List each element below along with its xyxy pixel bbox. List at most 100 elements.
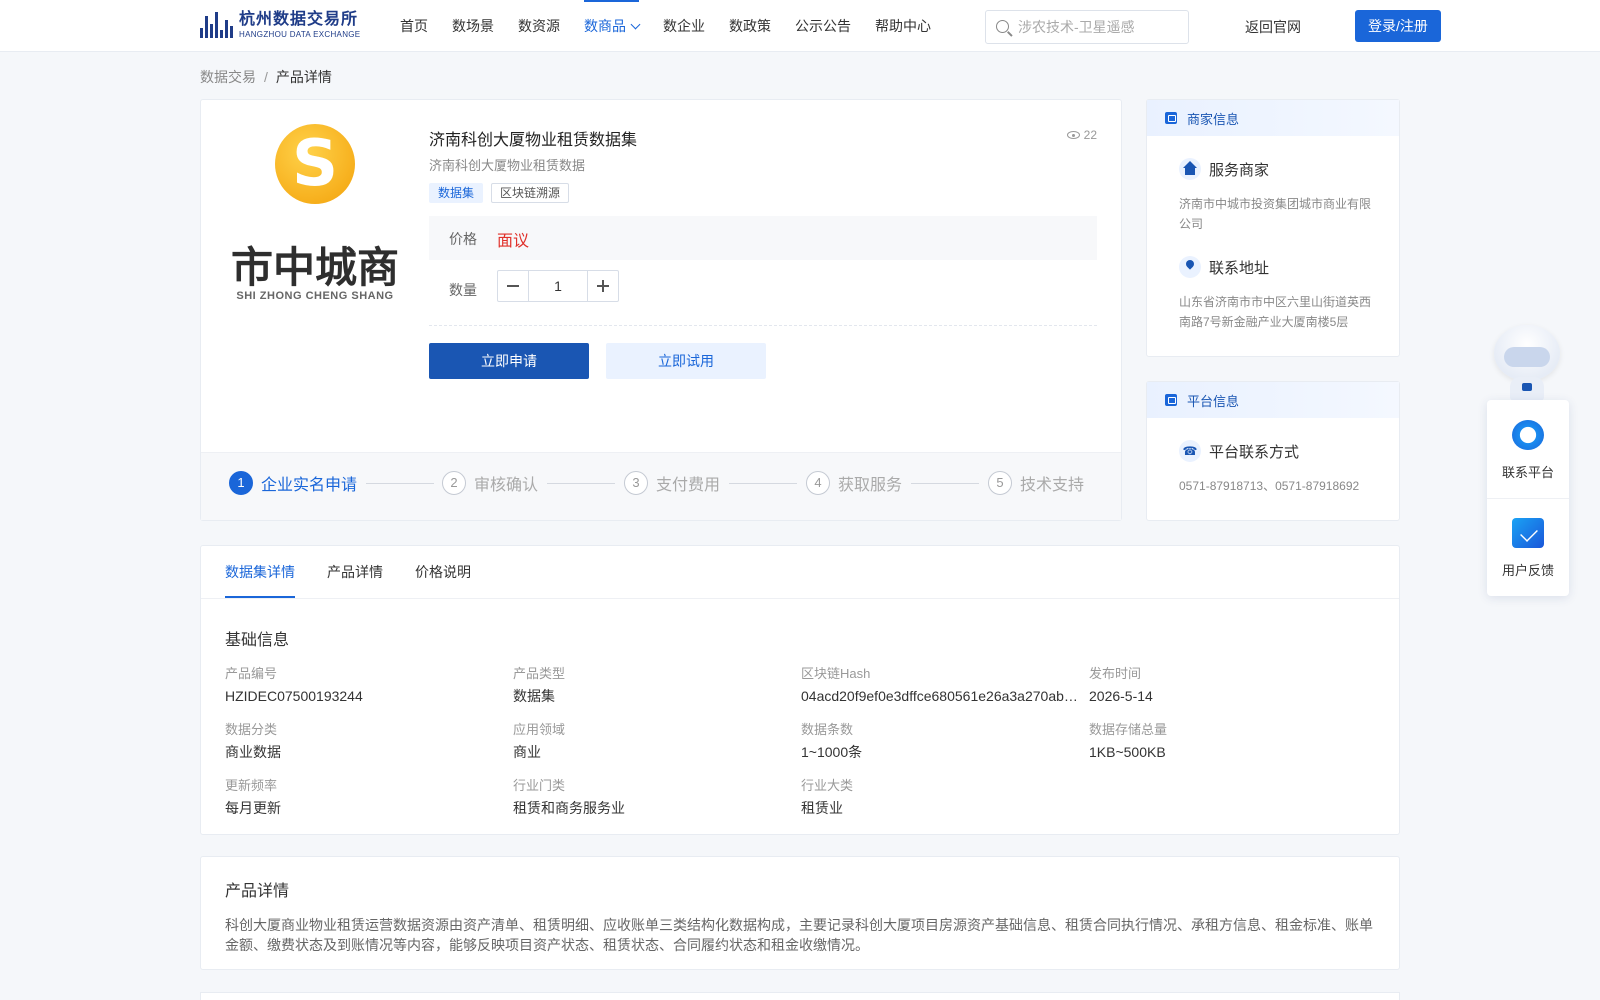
field-value: 数据集 (513, 688, 555, 704)
field-label: 区块链Hash (801, 666, 871, 681)
nav-products-label: 数商品 (584, 18, 626, 34)
field-value: 1KB~500KB (1089, 744, 1166, 760)
merchant-logo: 市中城商 SHI ZHONG CHENG SHANG (225, 122, 405, 307)
nav-scenes[interactable]: 数场景 (452, 0, 494, 52)
field-label: 数据存储总量 (1089, 722, 1168, 737)
field-value: 商业 (513, 744, 541, 760)
field-application-domain: 应用领域 商业 (513, 722, 793, 760)
view-count-value: 22 (1083, 128, 1097, 142)
nav-policies[interactable]: 数政策 (729, 0, 771, 52)
field-label: 产品类型 (513, 666, 566, 681)
tab-dataset-details[interactable]: 数据集详情 (225, 546, 295, 598)
product-detail-title: 产品详情 (225, 883, 290, 900)
field-value: 租赁和商务服务业 (513, 800, 625, 816)
user-feedback-button[interactable]: 用户反馈 (1487, 498, 1569, 596)
field-product-id: 产品编号 HZIDEC07500193244 (225, 666, 505, 704)
field-blockchain-hash: 区块链Hash 04acd20f9ef0e3dffce680561e26a3a27… (801, 666, 1081, 704)
detail-tabs: 数据集详情 产品详情 价格说明 (225, 546, 503, 598)
field-value: HZIDEC07500193244 (225, 688, 363, 704)
step-connector (911, 483, 979, 484)
apply-now-button[interactable]: 立即申请 (429, 343, 589, 379)
field-label: 数据分类 (225, 722, 278, 737)
site-logo[interactable]: 杭州数据交易所 HANGZHOU DATA EXCHANGE (200, 9, 360, 41)
breadcrumb-separator: / (264, 69, 268, 85)
service-merchant-name: 济南市中城市投资集团城市商业有限公司 (1179, 197, 1372, 231)
eye-icon (1066, 131, 1080, 139)
logo-s-icon (275, 124, 355, 204)
login-register-button[interactable]: 登录/注册 (1355, 10, 1441, 42)
quantity-label: 数量 (449, 282, 477, 298)
breadcrumb: 数据交易 / 产品详情 (200, 67, 332, 87)
platform-contact-title: 平台联系方式 (1179, 440, 1299, 462)
breadcrumb-root[interactable]: 数据交易 (200, 69, 256, 85)
breadcrumb-current: 产品详情 (275, 69, 332, 85)
field-value: 每月更新 (225, 800, 281, 816)
field-label: 数据条数 (801, 722, 854, 737)
search-box[interactable] (985, 10, 1189, 44)
price-row: 价格 面议 (429, 216, 1097, 260)
try-now-button[interactable]: 立即试用 (606, 343, 766, 379)
plus-icon[interactable] (587, 271, 618, 301)
field-label: 行业大类 (801, 778, 854, 793)
platform-info-icon (1165, 394, 1177, 406)
step-connector (366, 483, 434, 484)
nav-resources[interactable]: 数资源 (518, 0, 560, 52)
process-steps: 1 企业实名申请 2 审核确认 3 支付费用 4 获取服务 5 技术支持 (201, 452, 1121, 520)
product-title: 济南科创大厦物业租赁数据集 (429, 132, 638, 149)
contact-platform-label: 联系平台 (1501, 465, 1554, 480)
assistant-robot-icon[interactable] (1488, 325, 1568, 403)
field-value: 04acd20f9ef0e3dffce680561e26a3a270ab… (801, 688, 1078, 704)
field-label: 更新频率 (225, 778, 278, 793)
tab-price-info[interactable]: 价格说明 (415, 546, 471, 598)
field-value: 1~1000条 (801, 744, 863, 760)
field-value: 2026-5-14 (1089, 688, 1153, 704)
field-update-frequency: 更新频率 每月更新 (225, 778, 505, 816)
robot-body (1510, 377, 1544, 401)
price-value: 面议 (497, 233, 530, 250)
step-3: 3 支付费用 (624, 471, 720, 495)
field-industry-section: 行业门类租赁和商务服务业 (513, 778, 793, 816)
nav-enterprises[interactable]: 数企业 (663, 0, 705, 52)
merchant-info-header: 商家信息 (1147, 100, 1399, 136)
merchant-info-title: 商家信息 (1187, 111, 1240, 127)
nav-home[interactable]: 首页 (400, 0, 428, 52)
nav-announcements[interactable]: 公示公告 (795, 0, 851, 52)
step-number: 1 (229, 471, 253, 495)
field-label: 行业门类 (513, 778, 566, 793)
nav-help[interactable]: 帮助中心 (875, 0, 931, 52)
step-connector (729, 483, 797, 484)
step-5: 5 技术支持 (988, 471, 1084, 495)
back-to-site-link[interactable]: 返回官网 (1245, 17, 1301, 37)
platform-info-card: 平台信息 平台联系方式 0571-87918713、0571-87918692 (1146, 381, 1400, 521)
platform-contact-label: 平台联系方式 (1209, 443, 1300, 461)
tab-product-details[interactable]: 产品详情 (327, 546, 383, 598)
field-value: 商业数据 (225, 744, 281, 760)
field-product-type: 产品类型 数据集 (513, 666, 793, 704)
service-merchant-label: 服务商家 (1209, 161, 1270, 179)
merchant-logo-en: SHI ZHONG CHENG SHANG (236, 290, 394, 302)
search-input[interactable] (1018, 17, 1178, 37)
field-value: 租赁业 (801, 800, 843, 816)
logo-bars-icon (200, 12, 233, 38)
field-label: 产品编号 (225, 666, 278, 681)
step-1: 1 企业实名申请 (229, 471, 357, 495)
product-card: 市中城商 SHI ZHONG CHENG SHANG 济南科创大厦物业租赁数据集… (200, 99, 1122, 521)
nav-products[interactable]: 数商品 (584, 0, 641, 52)
contact-platform-button[interactable]: 联系平台 (1487, 400, 1569, 498)
divider (429, 325, 1097, 326)
dataset-detail-card: 数据集详情 产品详情 价格说明 基础信息 产品编号 HZIDEC075001932… (200, 545, 1400, 835)
house-icon (1179, 158, 1201, 180)
step-number: 3 (624, 471, 648, 495)
search-icon[interactable] (996, 20, 1009, 33)
location-pin-icon (1179, 256, 1201, 278)
price-label: 价格 (449, 231, 477, 247)
top-header: 杭州数据交易所 HANGZHOU DATA EXCHANGE 首页 数场景 数资… (0, 0, 1600, 52)
platform-info-title: 平台信息 (1187, 393, 1240, 409)
platform-info-header: 平台信息 (1147, 382, 1399, 418)
field-publish-date: 发布时间 2026-5-14 (1089, 666, 1369, 704)
minus-icon[interactable] (498, 271, 529, 301)
step-connector (547, 483, 615, 484)
product-description-card: 产品详情 科创大厦商业物业租赁运营数据资源由资产清单、租赁明细、应收账单三类结构… (200, 856, 1400, 970)
quantity-value[interactable]: 1 (529, 271, 587, 301)
product-description-text: 科创大厦商业物业租赁运营数据资源由资产清单、租赁明细、应收账单三类结构化数据构成… (225, 917, 1373, 953)
